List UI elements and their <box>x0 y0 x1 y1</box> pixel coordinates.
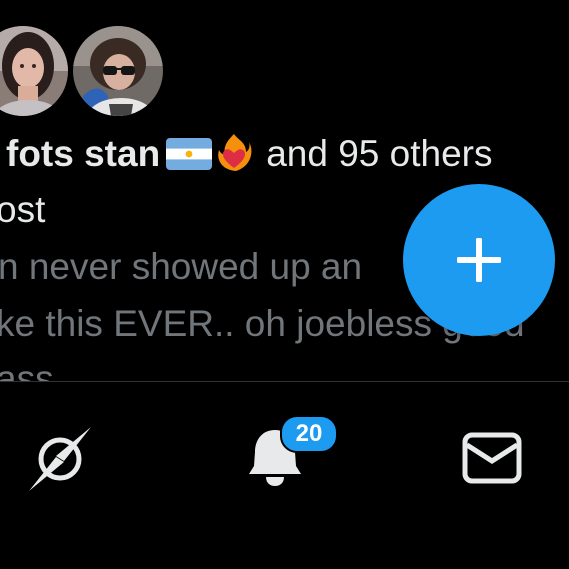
notifications-badge: 20 <box>280 415 338 453</box>
liked-by-name[interactable]: fots stan <box>6 133 160 174</box>
flag-argentina-icon <box>166 136 213 180</box>
explore-icon[interactable] <box>26 425 94 493</box>
liked-by-line[interactable]: fots stan and 95 others <box>6 132 492 182</box>
avatar-image <box>0 26 68 116</box>
compose-button[interactable] <box>403 184 555 336</box>
avatar[interactable] <box>0 26 68 116</box>
mail-icon[interactable] <box>462 431 522 485</box>
compose-plus-icon <box>457 238 501 282</box>
post-action-text: ost <box>0 189 46 230</box>
others-count-text: and 95 others <box>266 133 493 174</box>
avatar-image <box>73 26 163 116</box>
post-body-line: n never showed up an <box>0 246 363 287</box>
heart-on-fire-icon <box>216 132 252 182</box>
avatar[interactable] <box>73 26 163 116</box>
